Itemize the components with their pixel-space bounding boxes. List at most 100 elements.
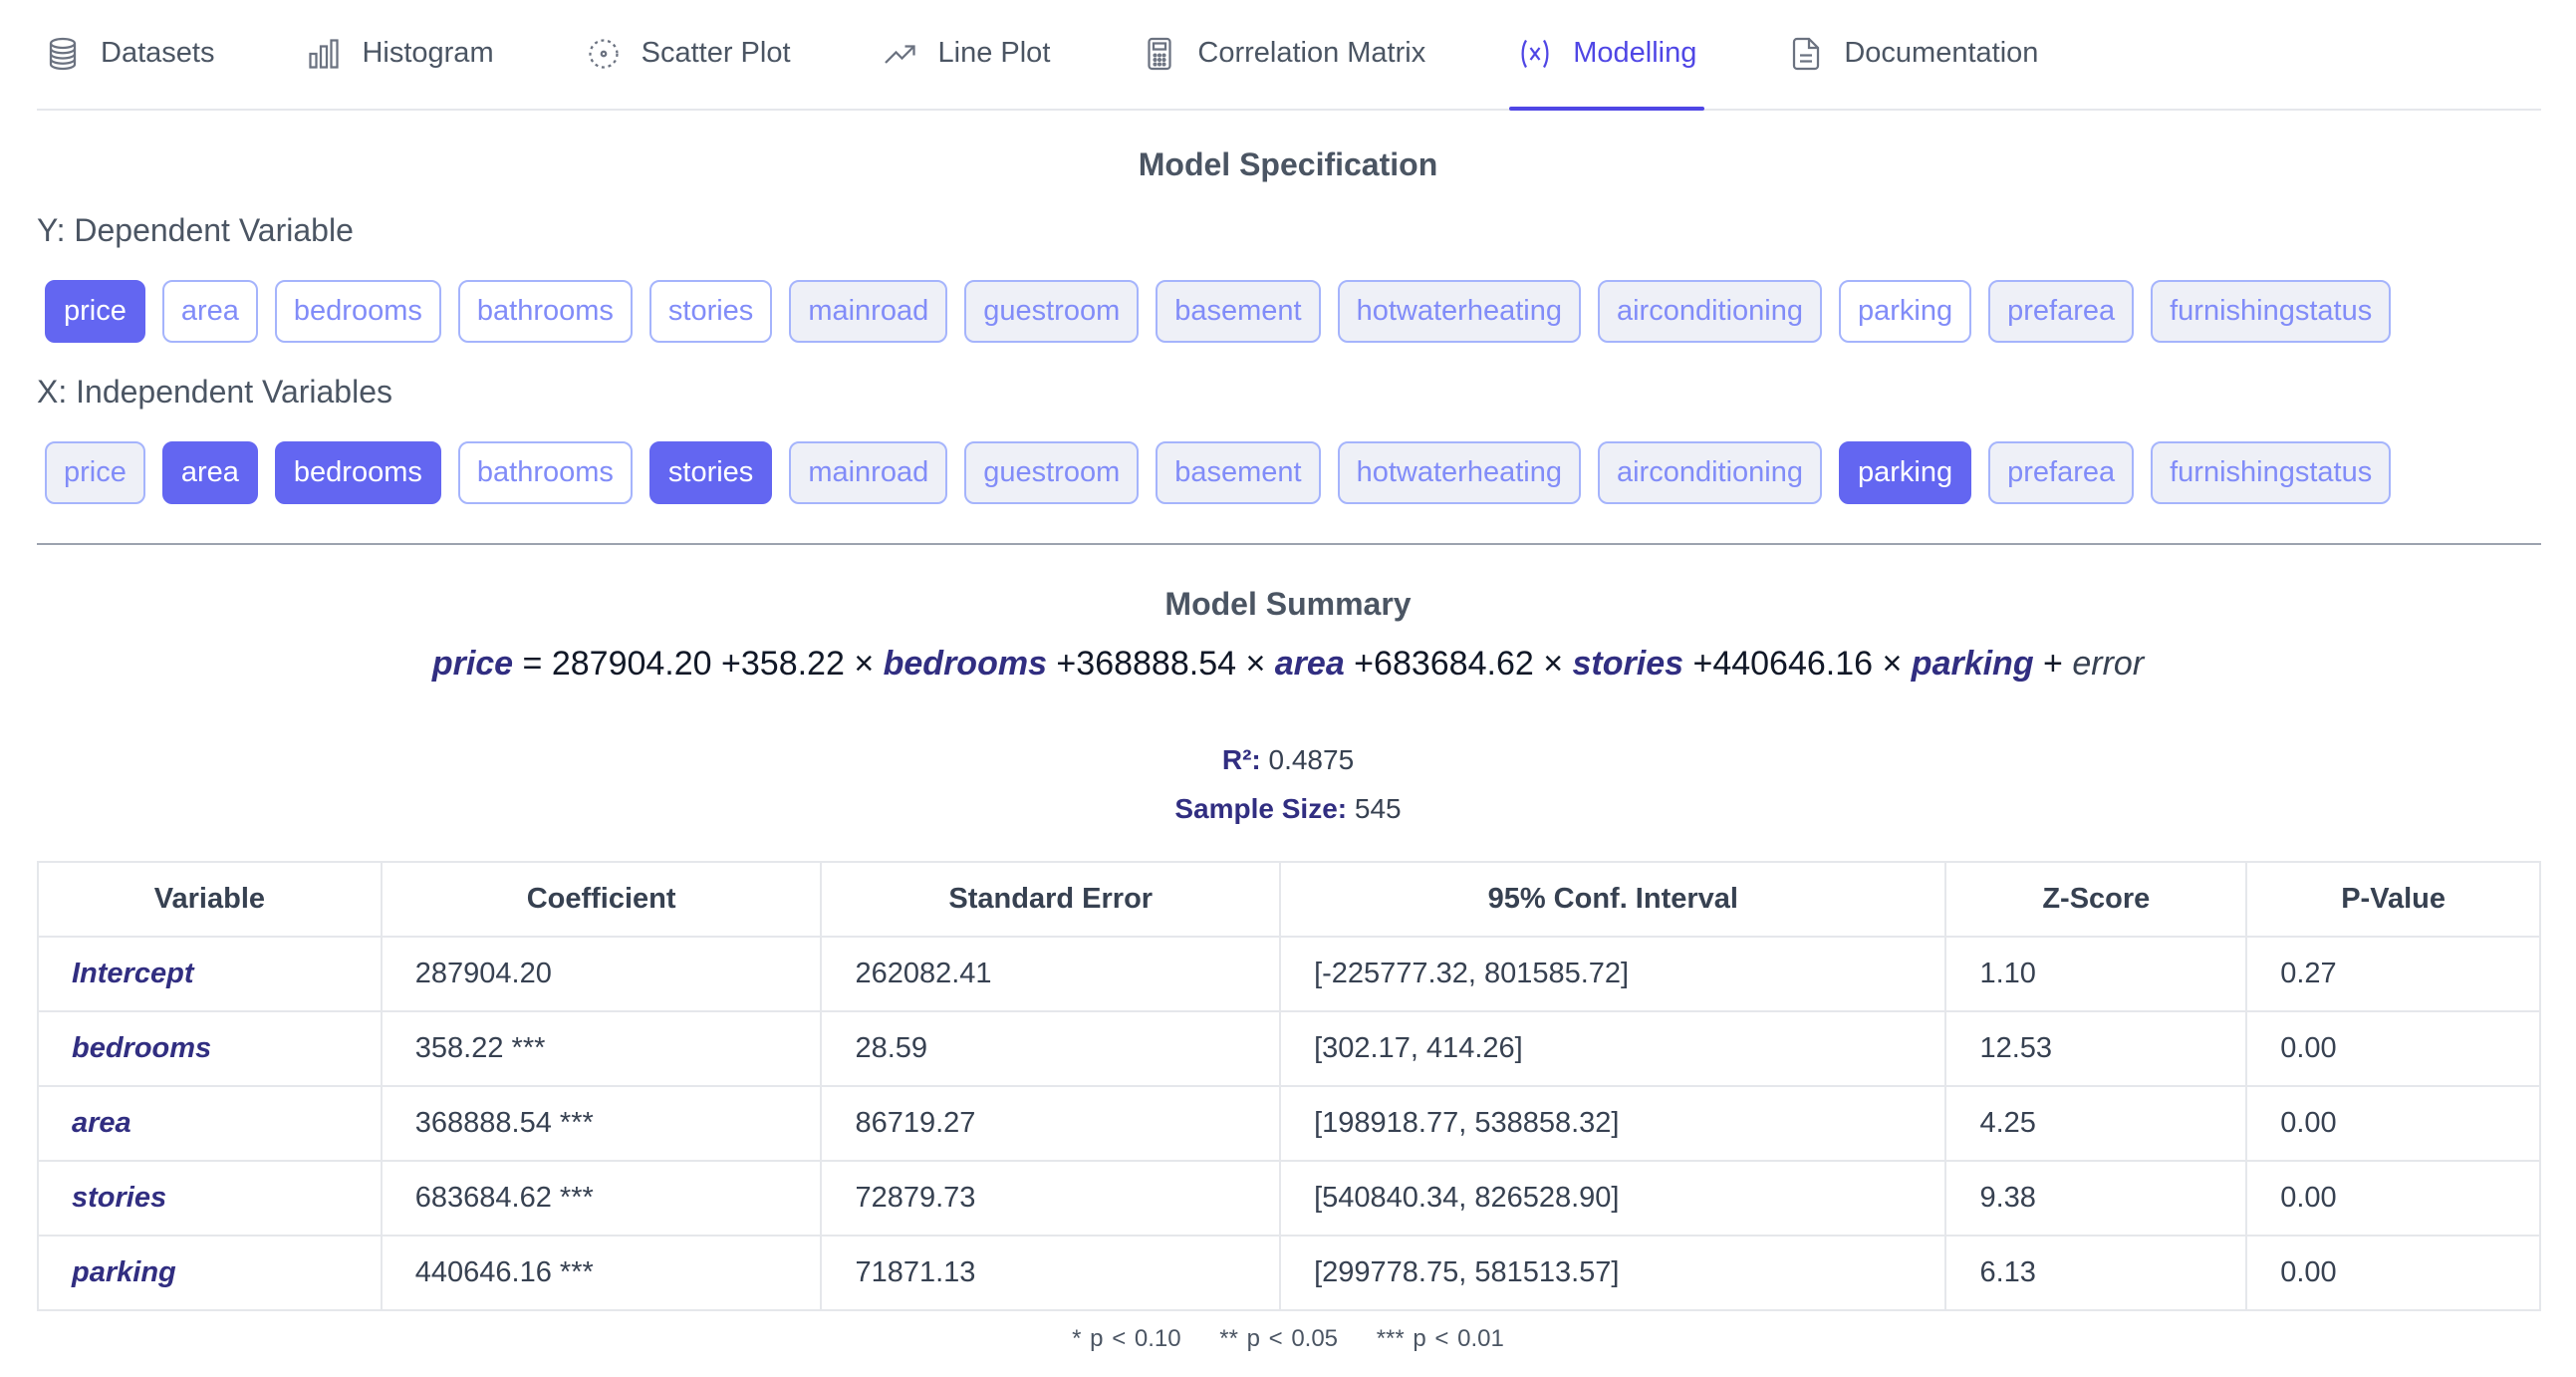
variable-icon bbox=[1517, 36, 1553, 72]
x-chip-bathrooms[interactable]: bathrooms bbox=[457, 441, 633, 504]
tab-modelling[interactable]: Modelling bbox=[1509, 0, 1705, 111]
equation-intercept: 287904.20 bbox=[551, 645, 712, 683]
tab-label: Correlation Matrix bbox=[1197, 37, 1426, 69]
model-equation: price = 287904.20 +358.22 × bedrooms +36… bbox=[0, 645, 2576, 684]
x-chip-stories[interactable]: stories bbox=[648, 441, 773, 504]
tab-scatter-plot[interactable]: Scatter Plot bbox=[578, 0, 799, 109]
equation-term-var: stories bbox=[1572, 645, 1684, 683]
document-icon bbox=[1788, 36, 1824, 72]
cell-coefficient: 368888.54 *** bbox=[380, 1085, 823, 1162]
x-chip-mainroad[interactable]: mainroad bbox=[789, 441, 948, 504]
cell-variable: Intercept bbox=[37, 936, 383, 1012]
cell-conf-interval: [299778.75, 581513.57] bbox=[1279, 1235, 1947, 1311]
cell-variable: stories bbox=[37, 1160, 383, 1237]
tab-documentation[interactable]: Documentation bbox=[1780, 0, 2046, 109]
cell-variable: bedrooms bbox=[37, 1010, 383, 1087]
equation-term-var: bedrooms bbox=[883, 645, 1047, 683]
y-chip-area[interactable]: area bbox=[161, 280, 258, 343]
scatter-icon bbox=[586, 36, 622, 72]
cell-z-score: 9.38 bbox=[1944, 1160, 2248, 1237]
footnote-three-star: *** p < 0.01 bbox=[1376, 1325, 1504, 1352]
tab-line-plot[interactable]: Line Plot bbox=[875, 0, 1059, 109]
footnote-two-star: ** p < 0.05 bbox=[1219, 1325, 1339, 1352]
x-chip-basement[interactable]: basement bbox=[1156, 441, 1321, 504]
cell-z-score: 6.13 bbox=[1944, 1235, 2248, 1311]
y-chip-hotwaterheating[interactable]: hotwaterheating bbox=[1337, 280, 1581, 343]
independent-variable-chips: price area bedrooms bathrooms stories mainroa… bbox=[45, 441, 2392, 504]
tab-label: Datasets bbox=[101, 37, 215, 69]
model-summary-title: Model Summary bbox=[1164, 586, 1412, 622]
sample-size: Sample Size: 545 bbox=[0, 793, 2576, 825]
x-chip-furnishingstatus[interactable]: furnishingstatus bbox=[2151, 441, 2392, 504]
tab-label: Line Plot bbox=[937, 37, 1051, 69]
y-chip-bathrooms[interactable]: bathrooms bbox=[457, 280, 633, 343]
y-chip-price[interactable]: price bbox=[45, 280, 145, 343]
y-chip-guestroom[interactable]: guestroom bbox=[964, 280, 1140, 343]
divider bbox=[37, 543, 2541, 545]
cell-coefficient: 683684.62 *** bbox=[380, 1160, 823, 1237]
cell-conf-interval: [-225777.32, 801585.72] bbox=[1279, 936, 1947, 1012]
cell-conf-interval: [302.17, 414.26] bbox=[1279, 1010, 1947, 1087]
y-chip-prefarea[interactable]: prefarea bbox=[1988, 280, 2135, 343]
equation-term-coef: +368888.54 × bbox=[1046, 645, 1275, 683]
cell-p-value: 0.00 bbox=[2245, 1010, 2541, 1087]
x-chip-prefarea[interactable]: prefarea bbox=[1988, 441, 2135, 504]
cell-standard-error: 28.59 bbox=[820, 1010, 1282, 1087]
y-chip-basement[interactable]: basement bbox=[1156, 280, 1321, 343]
equation-term-coef: +683684.62 × bbox=[1344, 645, 1573, 683]
y-chip-parking[interactable]: parking bbox=[1838, 280, 1972, 343]
x-chip-parking[interactable]: parking bbox=[1838, 441, 1972, 504]
cell-z-score: 4.25 bbox=[1944, 1085, 2248, 1162]
tab-histogram[interactable]: Histogram bbox=[298, 0, 501, 109]
header-z-score: Z-Score bbox=[1944, 861, 2248, 938]
cell-coefficient: 287904.20 bbox=[380, 936, 823, 1012]
equation-term-coef: +440646.16 × bbox=[1683, 645, 1912, 683]
dependent-variable-chips: price area bedrooms bathrooms stories mainroa… bbox=[45, 280, 2392, 343]
cell-variable: area bbox=[37, 1085, 383, 1162]
cell-p-value: 0.00 bbox=[2245, 1085, 2541, 1162]
nav-tabs: Datasets Histogram Scatter Plot Line Plo… bbox=[37, 0, 2541, 111]
cell-coefficient: 358.22 *** bbox=[380, 1010, 823, 1087]
cell-variable: parking bbox=[37, 1235, 383, 1311]
tab-correlation-matrix[interactable]: Correlation Matrix bbox=[1134, 0, 1433, 109]
tab-label: Modelling bbox=[1573, 37, 1697, 69]
y-chip-mainroad[interactable]: mainroad bbox=[789, 280, 948, 343]
cell-conf-interval: [198918.77, 538858.32] bbox=[1279, 1085, 1947, 1162]
table-row: Intercept 287904.20 262082.41 [-225777.3… bbox=[37, 936, 2541, 1012]
histogram-icon bbox=[306, 36, 342, 72]
cell-coefficient: 440646.16 *** bbox=[380, 1235, 823, 1311]
tab-label: Scatter Plot bbox=[641, 37, 791, 69]
equation-plus: + bbox=[2033, 645, 2073, 683]
cell-p-value: 0.00 bbox=[2245, 1160, 2541, 1237]
y-chip-furnishingstatus[interactable]: furnishingstatus bbox=[2151, 280, 2392, 343]
y-chip-stories[interactable]: stories bbox=[648, 280, 773, 343]
cell-z-score: 1.10 bbox=[1944, 936, 2248, 1012]
table-row: stories 683684.62 *** 72879.73 [540840.3… bbox=[37, 1160, 2541, 1237]
cell-p-value: 0.27 bbox=[2245, 936, 2541, 1012]
footnote-one-star: * p < 0.10 bbox=[1072, 1325, 1181, 1352]
x-chip-bedrooms[interactable]: bedrooms bbox=[274, 441, 441, 504]
x-chip-area[interactable]: area bbox=[161, 441, 258, 504]
x-chip-hotwaterheating[interactable]: hotwaterheating bbox=[1337, 441, 1581, 504]
y-chip-airconditioning[interactable]: airconditioning bbox=[1597, 280, 1822, 343]
tab-label: Documentation bbox=[1844, 37, 2039, 69]
x-chip-price[interactable]: price bbox=[45, 441, 145, 504]
cell-standard-error: 72879.73 bbox=[820, 1160, 1282, 1237]
table-row: bedrooms 358.22 *** 28.59 [302.17, 414.2… bbox=[37, 1010, 2541, 1087]
equation-term-coef: +358.22 × bbox=[711, 645, 884, 683]
r-squared-value: 0.4875 bbox=[1260, 744, 1355, 775]
x-chip-guestroom[interactable]: guestroom bbox=[964, 441, 1140, 504]
tab-datasets[interactable]: Datasets bbox=[37, 0, 222, 109]
equation-dependent-var: price bbox=[431, 645, 514, 683]
table-row: parking 440646.16 *** 71871.13 [299778.7… bbox=[37, 1235, 2541, 1311]
x-chip-airconditioning[interactable]: airconditioning bbox=[1597, 441, 1822, 504]
cell-p-value: 0.00 bbox=[2245, 1235, 2541, 1311]
tab-label: Histogram bbox=[362, 37, 494, 69]
sample-size-value: 545 bbox=[1347, 793, 1402, 824]
equation-term-var: parking bbox=[1911, 645, 2034, 683]
sample-size-label: Sample Size: bbox=[1174, 793, 1348, 824]
cell-standard-error: 71871.13 bbox=[820, 1235, 1282, 1311]
y-chip-bedrooms[interactable]: bedrooms bbox=[274, 280, 441, 343]
coefficient-table: Variable Coefficient Standard Error 95% … bbox=[37, 861, 2541, 1311]
dependent-variable-label: Y: Dependent Variable bbox=[37, 212, 354, 248]
